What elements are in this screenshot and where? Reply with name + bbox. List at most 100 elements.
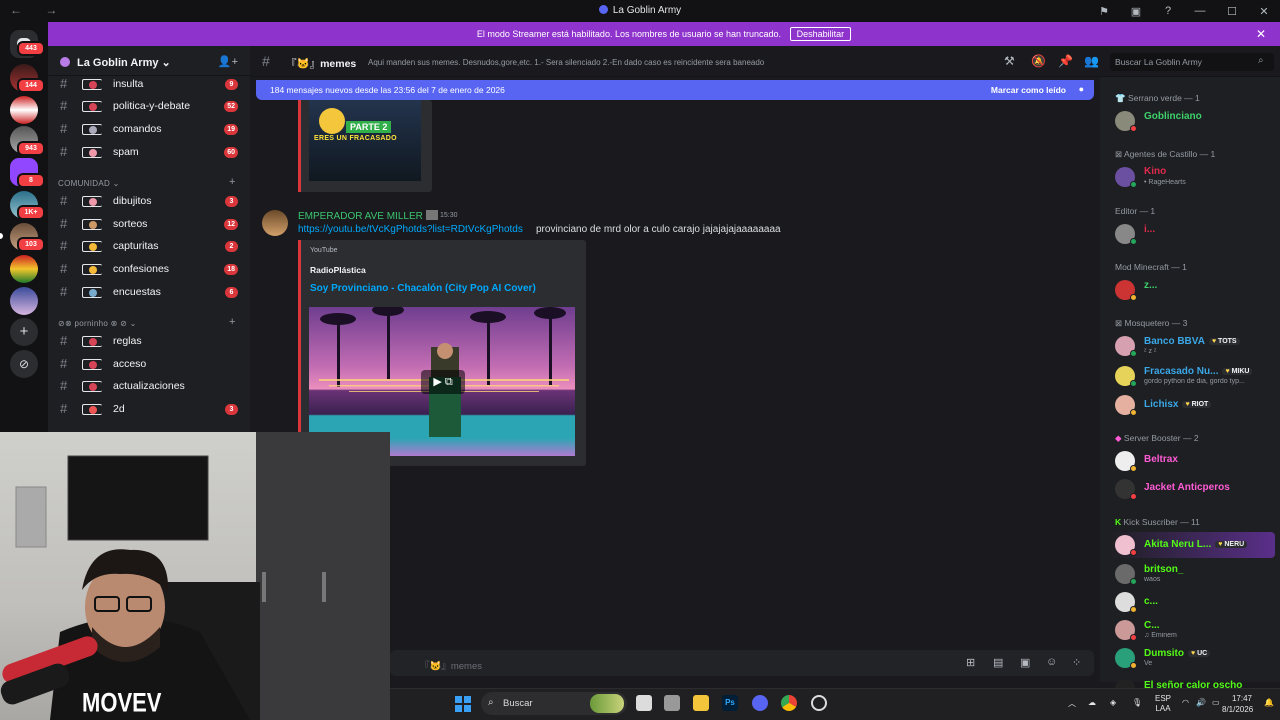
member-item[interactable]: britson_ waos — [1110, 561, 1278, 587]
microphone-icon[interactable]: 🎙 — [1132, 698, 1142, 707]
inbox-icon[interactable]: ⚑ — [1088, 5, 1120, 18]
taskbar-app-icon[interactable] — [664, 695, 680, 711]
start-button-icon[interactable] — [455, 696, 471, 712]
avatar[interactable] — [262, 210, 288, 236]
chrome-icon[interactable] — [781, 695, 797, 711]
channel-item[interactable]: # confesiones 18 — [48, 260, 250, 280]
member-list-icon[interactable]: 👥 — [1084, 54, 1099, 68]
tray-app-icon[interactable]: ☁ — [1088, 698, 1096, 707]
screen-share-icon[interactable]: ▣ — [1120, 5, 1152, 18]
member-item[interactable]: El señor calor oscho — [1110, 676, 1278, 688]
role-group-header: Mod Minecraft — 1 — [1115, 262, 1187, 272]
member-item[interactable]: Jacket Anticperos — [1110, 476, 1278, 502]
server-icon[interactable] — [10, 96, 38, 124]
clock[interactable]: 17:47 — [1230, 694, 1252, 704]
member-item[interactable]: Goblinciano — [1110, 108, 1278, 134]
channel-item[interactable]: # politica-y-debate 52 — [48, 97, 250, 117]
member-item[interactable]: i... — [1110, 221, 1278, 247]
channel-emoji-icon — [82, 336, 102, 347]
maximize-button[interactable]: ☐ — [1216, 5, 1248, 18]
discord-icon[interactable] — [752, 695, 768, 711]
embed-title[interactable]: Soy Provinciano - Chacalón (City Pop AI … — [310, 283, 536, 294]
add-server-icon[interactable]: + — [10, 318, 38, 346]
member-name: Fracasado Nu...MIKU — [1144, 366, 1253, 377]
pin-icon[interactable]: 📌 — [1058, 54, 1073, 68]
member-item[interactable]: DumsitoUCVe — [1110, 645, 1278, 671]
discover-icon[interactable]: ⊘ — [10, 350, 38, 378]
channel-name: 2d — [113, 403, 125, 415]
server-icon[interactable] — [10, 255, 38, 283]
member-name: El señor calor oscho — [1144, 680, 1243, 688]
tray-chevron-icon[interactable]: ︿ — [1068, 698, 1076, 709]
member-item[interactable]: Akita Neru L...NERU — [1110, 532, 1275, 558]
add-channel-icon[interactable]: + — [229, 316, 235, 328]
message-link[interactable]: https://youtu.be/tVcKgPhotds?list=RDtVcK… — [298, 224, 523, 235]
channel-item[interactable]: # spam 60 — [48, 143, 250, 163]
notification-bell-icon[interactable]: 🔕 — [1031, 54, 1046, 68]
gif-icon[interactable]: ▤ — [993, 656, 1003, 669]
member-item[interactable]: Fracasado Nu...MIKUgordo python de dia, … — [1110, 363, 1278, 389]
member-item[interactable]: c... — [1110, 589, 1278, 615]
member-item[interactable]: Beltrax — [1110, 448, 1278, 474]
channel-item[interactable]: # capturitas 2 — [48, 237, 250, 257]
help-icon[interactable]: ? — [1152, 5, 1184, 17]
add-channel-icon[interactable]: + — [229, 176, 235, 188]
channel-item[interactable]: # acceso — [48, 355, 250, 375]
gift-icon[interactable]: ⊞ — [966, 656, 975, 669]
channel-item[interactable]: # dibujitos 3 — [48, 192, 250, 212]
search-input[interactable] — [1110, 53, 1274, 71]
category-header[interactable]: COMUNIDAD ⌄ — [58, 179, 120, 188]
invite-people-icon[interactable]: 👤+ — [218, 55, 238, 68]
message-composer[interactable]: 『🐱』memes — [390, 650, 1094, 676]
member-item[interactable]: LichisxRIOT — [1110, 392, 1278, 418]
channel-item[interactable]: # comandos 19 — [48, 120, 250, 140]
task-view-icon[interactable] — [636, 695, 652, 711]
hash-icon: # — [262, 53, 270, 69]
close-icon[interactable]: ✕ — [1256, 22, 1266, 46]
message-author[interactable]: EMPERADOR AVE MILLER — [298, 210, 438, 222]
member-item[interactable]: z... — [1110, 277, 1278, 303]
disable-streamer-button[interactable]: Deshabilitar — [789, 27, 852, 41]
category-header[interactable]: ⊘⊗ porninho ⊗ ⊘ ⌄ — [58, 319, 137, 328]
keyboard-language[interactable]: ESP LAA — [1155, 694, 1171, 714]
guild-header[interactable]: La Goblin Army ⌄ 👤+ — [48, 48, 250, 76]
channel-item[interactable]: # actualizaciones — [48, 377, 250, 397]
channel-topic[interactable]: Aqui manden sus memes. Desnudos,gore,etc… — [368, 58, 764, 67]
channel-item[interactable]: # encuestas 6 — [48, 283, 250, 303]
embed-author[interactable]: RadioPlástica — [310, 265, 366, 275]
channel-item[interactable]: # reglas — [48, 332, 250, 352]
channel-emoji-icon — [82, 404, 102, 415]
member-status: • RageHearts — [1144, 179, 1186, 186]
photoshop-icon[interactable]: Ps — [722, 695, 738, 711]
wifi-icon[interactable]: ◠ — [1182, 698, 1189, 707]
member-name: C... — [1144, 620, 1160, 631]
sticker-icon[interactable]: ▣ — [1020, 656, 1030, 669]
notifications-icon[interactable]: 🔔 — [1264, 698, 1274, 707]
file-explorer-icon[interactable] — [693, 695, 709, 711]
member-item[interactable]: Kino • RageHearts — [1110, 164, 1278, 190]
apps-icon[interactable]: ⁘ — [1072, 656, 1081, 669]
member-tag: TOTS — [1208, 338, 1240, 345]
hash-icon: # — [60, 238, 68, 253]
tray-app-icon[interactable]: ◈ — [1110, 698, 1116, 707]
member-name: britson_ — [1144, 564, 1184, 575]
search-icon: ⌕ — [488, 697, 494, 708]
new-messages-bar[interactable]: 184 mensajes nuevos desde las 23:56 del … — [256, 80, 1094, 100]
channel-item[interactable]: # sorteos 12 — [48, 215, 250, 235]
minimize-button[interactable]: — — [1184, 5, 1216, 17]
server-icon[interactable] — [10, 287, 38, 315]
channel-item[interactable]: #2d 3 — [48, 400, 250, 420]
channel-item[interactable]: # insulta 9 — [48, 75, 250, 95]
member-item[interactable]: C... ♫ Eminem — [1110, 617, 1278, 643]
taskbar-app-icon[interactable] — [811, 695, 827, 711]
close-window-button[interactable]: ✕ — [1248, 5, 1280, 18]
rail-badge: 8 — [17, 173, 45, 188]
play-icon[interactable]: ▶ ⧉ — [421, 370, 465, 394]
member-item[interactable]: Banco BBVATOTSᶻ z ᶻ — [1110, 333, 1278, 359]
battery-icon[interactable]: ▭ — [1212, 698, 1220, 707]
threads-icon[interactable]: ⚒ — [1004, 54, 1015, 68]
mark-as-read-button[interactable]: Marcar como leído — [991, 85, 1066, 95]
volume-icon[interactable]: 🔊 — [1196, 698, 1206, 707]
emoji-icon[interactable]: ☺ — [1046, 656, 1057, 668]
thumbnail-caption: ERES UN FRACASADO — [314, 135, 397, 142]
